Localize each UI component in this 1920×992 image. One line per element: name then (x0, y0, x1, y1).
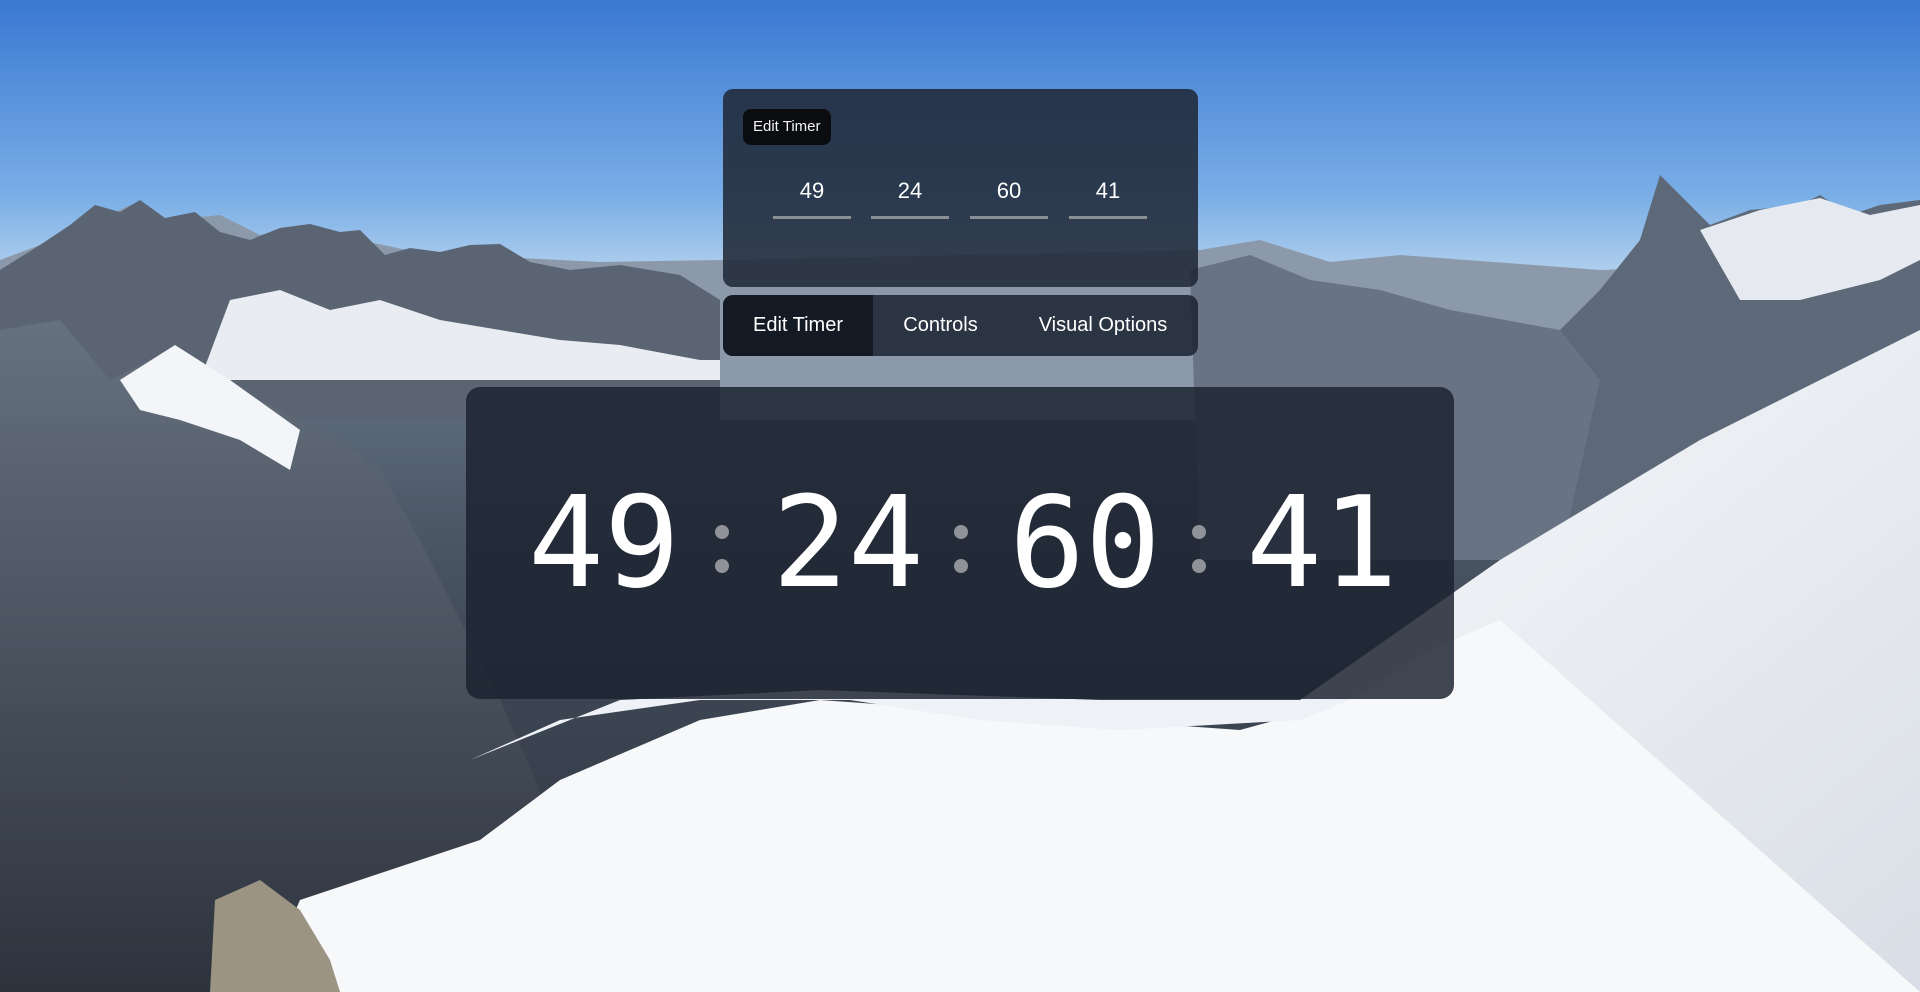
tab-edit-timer[interactable]: Edit Timer (723, 295, 873, 356)
timer-minutes: 24 (772, 469, 924, 616)
hours-input[interactable]: 49 (773, 169, 851, 219)
timer-hours: 49 (528, 469, 680, 616)
minutes-input[interactable]: 24 (871, 169, 949, 219)
centiseconds-input[interactable]: 41 (1069, 169, 1147, 219)
timer-centiseconds: 41 (1246, 469, 1398, 616)
edit-timer-panel: Edit Timer 49 24 60 41 (723, 89, 1198, 287)
seconds-input[interactable]: 60 (970, 169, 1048, 219)
tab-visual-options[interactable]: Visual Options (1008, 295, 1198, 356)
colon-separator (954, 525, 968, 573)
colon-separator (1192, 525, 1206, 573)
colon-separator (715, 525, 729, 573)
tab-controls[interactable]: Controls (873, 295, 1008, 356)
timer-display: 49 24 60 41 (466, 387, 1454, 699)
tab-bar: Edit Timer Controls Visual Options (723, 295, 1198, 356)
edit-timer-badge: Edit Timer (743, 109, 831, 145)
timer-seconds: 60 (1009, 469, 1161, 616)
